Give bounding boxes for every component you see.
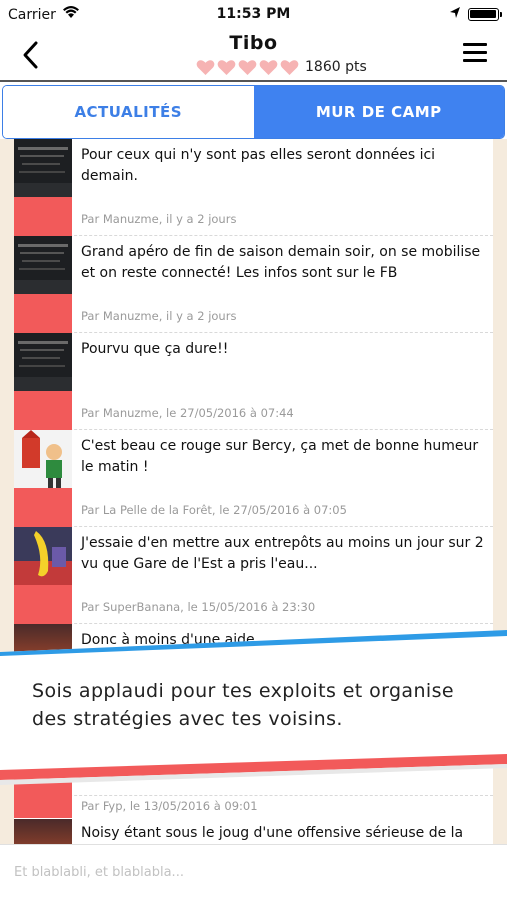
post-meta: Par Manuzme, il y a 2 jours (81, 212, 237, 226)
list-item[interactable]: Pourvu que ça dure!! Par Manuzme, le 27/… (14, 333, 493, 430)
status-bar: Carrier 11:53 PM (0, 0, 507, 30)
heart-icon (196, 59, 215, 75)
promo-text: Sois applaudi pour tes exploits et organ… (32, 680, 454, 730)
heart-icon (238, 59, 257, 75)
post-meta: Par La Pelle de la Forêt, le 27/05/2016 … (81, 503, 347, 517)
heart-icon (217, 59, 236, 75)
avatar-accent-block (14, 585, 72, 624)
list-item[interactable]: J'essaie d'en mettre aux entrepôts au mo… (14, 527, 493, 624)
hearts-row (196, 59, 299, 76)
avatar-accent-block (14, 488, 72, 527)
tab-mur-de-camp[interactable]: MUR DE CAMP (253, 86, 504, 138)
post-meta: Par Manuzme, il y a 2 jours (81, 309, 237, 323)
heart-icon (280, 59, 299, 75)
location-arrow-icon (449, 6, 461, 24)
post-meta: Par Fyp, le 13/05/2016 à 09:01 (81, 799, 258, 813)
chalkboard-icon (14, 333, 72, 391)
list-item[interactable]: Grand apéro de fin de saison demain soir… (14, 236, 493, 333)
sunset-icon (14, 819, 72, 844)
menu-line-icon (463, 59, 487, 62)
composer-bar (0, 844, 507, 900)
points-label: 1860 pts (305, 59, 367, 75)
post-text: J'essaie d'en mettre aux entrepôts au mo… (81, 535, 484, 572)
score-row: 1860 pts (196, 57, 367, 77)
list-item[interactable]: Noisy étant sous le joug d'une offensive… (14, 819, 493, 844)
avatar-accent-block (14, 294, 72, 333)
message-input[interactable] (14, 859, 494, 885)
post-text: C'est beau ce rouge sur Bercy, ça met de… (81, 438, 479, 475)
clock-time: 11:53 PM (216, 6, 291, 22)
navigation-bar: Tibo 1860 pts (0, 30, 507, 82)
battery-icon (468, 8, 502, 21)
post-text: Pour ceux qui n'y sont pas elles seront … (81, 147, 436, 184)
page-title: Tibo (229, 32, 278, 54)
hamburger-menu-button[interactable] (463, 43, 489, 67)
post-meta: Par Manuzme, le 27/05/2016 à 07:44 (81, 406, 294, 420)
heart-icon (259, 59, 278, 75)
menu-line-icon (463, 51, 487, 54)
list-item[interactable]: Pour ceux qui n'y sont pas elles seront … (14, 139, 493, 236)
chalkboard-icon (14, 236, 72, 294)
menu-line-icon (463, 43, 487, 46)
avatar-accent-block (14, 391, 72, 430)
post-text: Noisy étant sous le joug d'une offensive… (81, 825, 464, 841)
post-text: Grand apéro de fin de saison demain soir… (81, 244, 481, 281)
list-item[interactable]: C'est beau ce rouge sur Bercy, ça met de… (14, 430, 493, 527)
post-meta: Par SuperBanana, le 15/05/2016 à 23:30 (81, 600, 316, 614)
banana-icon (14, 527, 72, 585)
tab-actualites[interactable]: ACTUALITÉS (3, 86, 254, 138)
promo-banner: Sois applaudi pour tes exploits et organ… (0, 630, 507, 790)
cartoon-character-icon (14, 430, 72, 488)
post-text: Pourvu que ça dure!! (81, 341, 229, 357)
avatar-accent-block (14, 197, 72, 236)
segmented-tabs: ACTUALITÉS MUR DE CAMP (2, 85, 505, 139)
chalkboard-icon (14, 139, 72, 197)
